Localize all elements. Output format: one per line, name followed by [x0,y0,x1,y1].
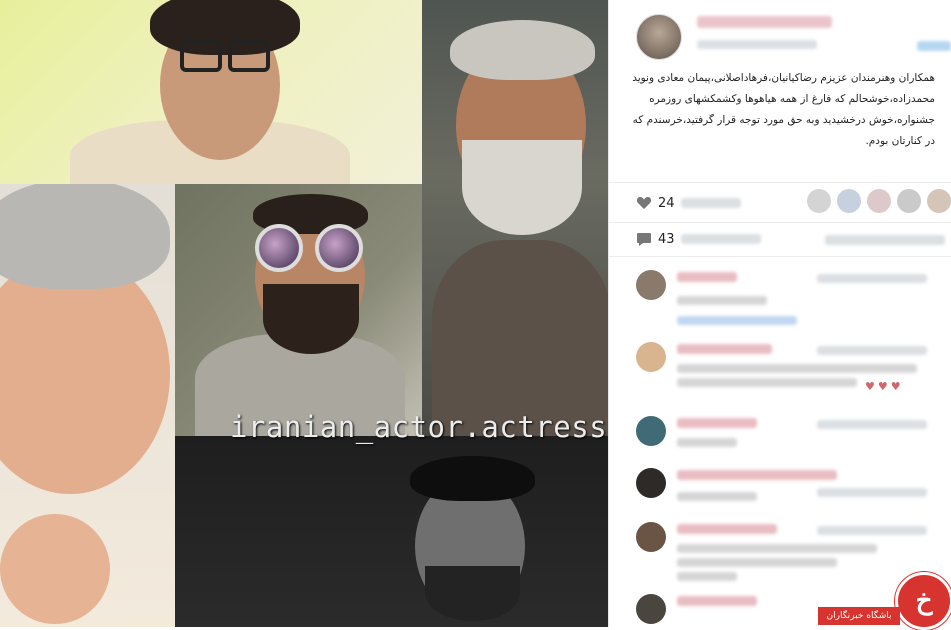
comment-text-redacted [677,364,917,373]
commenter-name-redacted[interactable] [677,596,757,606]
commenter-name-redacted[interactable] [677,470,837,480]
commenter-avatar[interactable] [636,468,666,498]
photo-tile-5 [175,436,608,627]
liker-avatar[interactable] [897,189,921,213]
divider [609,256,951,257]
commenter-name-redacted[interactable] [677,344,772,354]
comment-text-redacted [677,296,767,305]
commenter-avatar[interactable] [636,416,666,446]
author-username-redacted[interactable] [697,16,832,28]
post-details-panel: همکاران وهنرمندان عزیزم رضاکیانیان،فرهاد… [608,0,951,627]
comments-label-redacted [680,234,761,244]
site-logo-glyph: خ [915,586,933,616]
divider [609,182,951,183]
comments-count[interactable]: 43 [658,232,675,247]
photo-tile-2 [422,0,608,436]
liker-avatar[interactable] [807,189,831,213]
comment-time-redacted [817,346,927,355]
comment-time-redacted [817,526,927,535]
divider [609,222,951,223]
likes-label-redacted [680,198,741,208]
post-caption: همکاران وهنرمندان عزیزم رضاکیانیان،فرهاد… [632,72,935,147]
post-date-redacted [697,40,817,49]
commenter-name-redacted[interactable] [677,272,737,282]
comment-text-redacted [677,492,757,501]
comment-hearts: ♥♥♥ [865,380,904,393]
site-logo: خ [895,572,951,630]
commenter-avatar[interactable] [636,522,666,552]
photo-tile-1 [0,0,422,184]
liker-avatar[interactable] [927,189,951,213]
site-logo-banner: باشگاه خبرنگاران [818,607,900,625]
follow-button-redacted[interactable] [917,41,951,51]
comment-text-redacted [677,438,737,447]
comment-time-redacted [817,488,927,497]
comment-time-redacted [817,420,927,429]
post-image-collage[interactable]: iranian_actor.actress1 [0,0,608,627]
commenter-avatar[interactable] [636,342,666,372]
liker-avatars[interactable] [807,189,951,213]
likes-row: 24 [636,191,741,215]
image-overlay-text: iranian_actor.actress1 [230,410,608,444]
comments-row: 43 [636,227,761,251]
author-avatar[interactable] [636,14,682,60]
comment-time-redacted [817,274,927,283]
liker-avatar[interactable] [837,189,861,213]
comment-mention-redacted[interactable] [677,316,797,325]
heart-icon[interactable] [636,195,652,211]
commenter-name-redacted[interactable] [677,418,757,428]
comment-text-redacted [677,544,877,553]
photo-tile-3 [0,184,175,627]
comment-text-redacted [677,378,857,387]
show-all-comments-redacted[interactable] [825,235,945,245]
comment-text-redacted [677,572,737,581]
commenter-name-redacted[interactable] [677,524,777,534]
commenter-avatar[interactable] [636,270,666,300]
commenter-avatar[interactable] [636,594,666,624]
likes-count[interactable]: 24 [658,196,675,211]
liker-avatar[interactable] [867,189,891,213]
comment-icon[interactable] [636,231,652,247]
photo-tile-4 [175,184,422,436]
comment-text-redacted [677,558,837,567]
post-header [609,0,951,66]
